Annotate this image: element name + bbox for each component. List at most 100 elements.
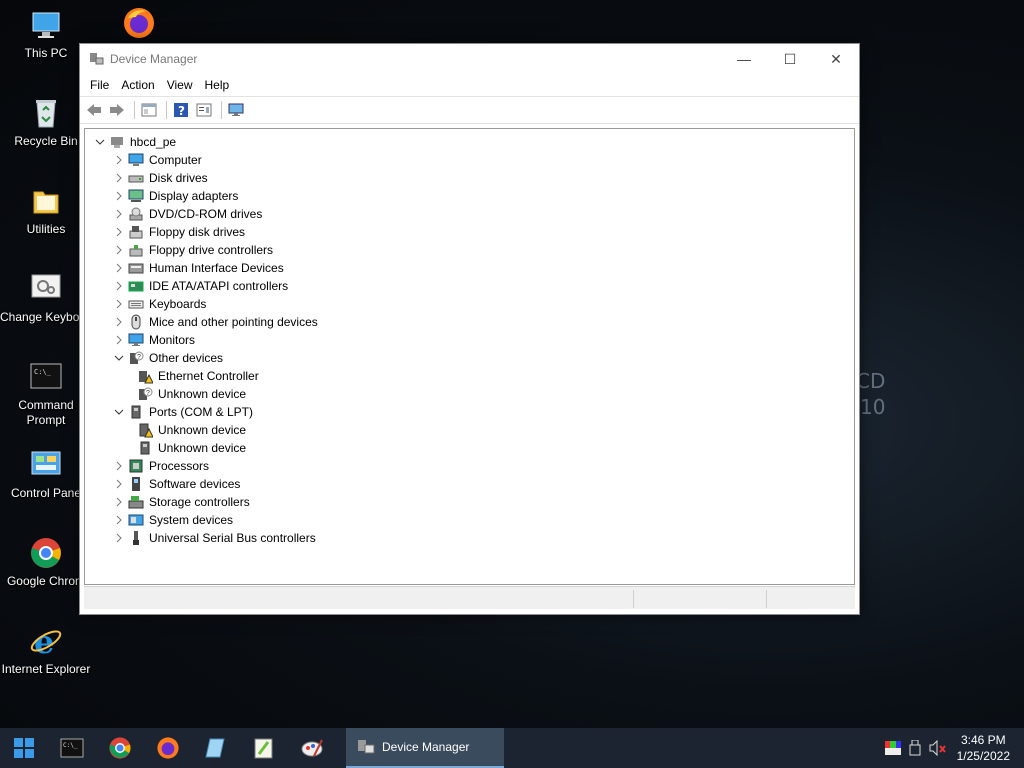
- notepad-icon: [205, 738, 225, 758]
- tree-item[interactable]: Mice and other pointing devices: [112, 313, 318, 331]
- recycle-bin-icon: [29, 96, 63, 130]
- forward-icon[interactable]: [107, 100, 127, 120]
- clock[interactable]: 3:46 PM 1/25/2022: [957, 732, 1010, 764]
- tree-item[interactable]: Storage controllers: [112, 493, 250, 511]
- command-prompt-icon: C:\_: [60, 738, 84, 758]
- tree-item[interactable]: hbcd_pe: [93, 133, 176, 151]
- taskbar-notepadpp[interactable]: [240, 728, 288, 768]
- taskbar-command-prompt[interactable]: C:\_: [48, 728, 96, 768]
- properties-icon[interactable]: [194, 100, 214, 120]
- dvd-icon: [128, 206, 144, 222]
- notepadpp-icon: [254, 738, 273, 759]
- close-button[interactable]: ✕: [813, 44, 859, 74]
- tree-item-label: Disk drives: [149, 171, 208, 185]
- tree-item[interactable]: Computer: [112, 151, 202, 169]
- collapse-chevron-icon[interactable]: [112, 349, 126, 367]
- help-icon[interactable]: ?: [171, 100, 191, 120]
- taskbar-notepad[interactable]: [192, 728, 240, 768]
- expand-chevron-icon[interactable]: [112, 511, 126, 529]
- expand-chevron-icon[interactable]: [112, 313, 126, 331]
- svg-text:?: ?: [178, 104, 185, 118]
- status-divider: [766, 590, 767, 608]
- tree-item[interactable]: System devices: [112, 511, 233, 529]
- expand-chevron-icon[interactable]: [112, 259, 126, 277]
- tree-item[interactable]: Ports (COM & LPT): [112, 403, 253, 421]
- tree-item[interactable]: Disk drives: [112, 169, 208, 187]
- tree-item[interactable]: Software devices: [112, 475, 240, 493]
- tree-item[interactable]: ? Other devices: [112, 349, 223, 367]
- computer-root-icon: [109, 134, 125, 150]
- desktop-icon-firefox[interactable]: [93, 6, 185, 44]
- warning-device-icon: [137, 368, 153, 384]
- system-device-icon: [128, 512, 144, 528]
- expand-chevron-icon[interactable]: [112, 295, 126, 313]
- volume-muted-icon[interactable]: [929, 740, 947, 756]
- usb-icon: [128, 530, 144, 546]
- svg-text:?: ?: [137, 354, 141, 361]
- chrome-icon: [109, 737, 131, 759]
- expand-chevron-icon[interactable]: [112, 169, 126, 187]
- tree-item-label: Display adapters: [149, 189, 239, 203]
- minimize-button[interactable]: —: [721, 44, 767, 74]
- tree-item[interactable]: ? Unknown device: [131, 385, 246, 403]
- desktop-icon-internet-explorer[interactable]: e Internet Explorer: [0, 623, 92, 676]
- tree-item[interactable]: DVD/CD-ROM drives: [112, 205, 262, 223]
- start-button[interactable]: [0, 728, 48, 768]
- expand-chevron-icon[interactable]: [112, 475, 126, 493]
- menu-file[interactable]: File: [84, 78, 115, 92]
- tree-item[interactable]: Ethernet Controller: [131, 367, 259, 385]
- warning-port-icon: [137, 422, 153, 438]
- control-panel-icon: [29, 448, 63, 482]
- system-tray: 3:46 PM 1/25/2022: [884, 728, 1024, 768]
- tree-item[interactable]: Floppy disk drives: [112, 223, 245, 241]
- taskbar-device-manager[interactable]: Device Manager: [346, 728, 504, 768]
- tree-item[interactable]: Human Interface Devices: [112, 259, 284, 277]
- collapse-chevron-icon[interactable]: [93, 133, 107, 151]
- tree-item[interactable]: IDE ATA/ATAPI controllers: [112, 277, 288, 295]
- collapse-chevron-icon[interactable]: [112, 403, 126, 421]
- maximize-button[interactable]: ☐: [767, 44, 813, 74]
- tree-item[interactable]: Floppy drive controllers: [112, 241, 273, 259]
- ide-controller-icon: [128, 278, 144, 294]
- scan-hardware-icon[interactable]: [226, 100, 246, 120]
- expand-chevron-icon[interactable]: [112, 223, 126, 241]
- expand-chevron-icon[interactable]: [112, 187, 126, 205]
- taskbar-chrome[interactable]: [96, 728, 144, 768]
- expand-chevron-icon[interactable]: [112, 529, 126, 547]
- tree-item[interactable]: Universal Serial Bus controllers: [112, 529, 316, 547]
- wallpaper-text-1: CD: [856, 369, 886, 393]
- expand-chevron-icon[interactable]: [112, 277, 126, 295]
- usb-eject-icon[interactable]: [909, 740, 921, 756]
- menu-view[interactable]: View: [161, 78, 199, 92]
- expand-chevron-icon[interactable]: [112, 457, 126, 475]
- menu-bar: File Action View Help: [80, 74, 859, 96]
- expand-chevron-icon[interactable]: [112, 493, 126, 511]
- clock-time: 3:46 PM: [960, 733, 1006, 747]
- taskbar-paint[interactable]: [288, 728, 336, 768]
- software-device-icon: [128, 476, 144, 492]
- expand-chevron-icon[interactable]: [112, 151, 126, 169]
- tree-item[interactable]: Monitors: [112, 331, 195, 349]
- menu-action[interactable]: Action: [115, 78, 160, 92]
- color-icon[interactable]: [884, 741, 901, 755]
- properties-pane-icon[interactable]: [139, 100, 159, 120]
- tree-item[interactable]: Keyboards: [112, 295, 206, 313]
- taskbar-firefox[interactable]: [144, 728, 192, 768]
- tree-item[interactable]: Processors: [112, 457, 209, 475]
- title-bar[interactable]: Device Manager — ☐ ✕: [80, 44, 859, 74]
- expand-chevron-icon[interactable]: [112, 331, 126, 349]
- expand-chevron-icon[interactable]: [112, 241, 126, 259]
- tree-item[interactable]: Unknown device: [131, 421, 246, 439]
- menu-help[interactable]: Help: [199, 78, 236, 92]
- firefox-icon: [122, 6, 156, 40]
- taskbar-active-label: Device Manager: [382, 740, 470, 754]
- tree-item-label: Computer: [149, 153, 202, 167]
- device-tree[interactable]: hbcd_pe Computer Disk drives Display adapte…: [84, 128, 855, 585]
- tree-item[interactable]: Unknown device: [131, 439, 246, 457]
- svg-text:?: ?: [146, 390, 150, 397]
- back-icon[interactable]: [84, 100, 104, 120]
- expand-chevron-icon[interactable]: [112, 205, 126, 223]
- tree-item-label: System devices: [149, 513, 234, 527]
- tree-item[interactable]: Display adapters: [112, 187, 238, 205]
